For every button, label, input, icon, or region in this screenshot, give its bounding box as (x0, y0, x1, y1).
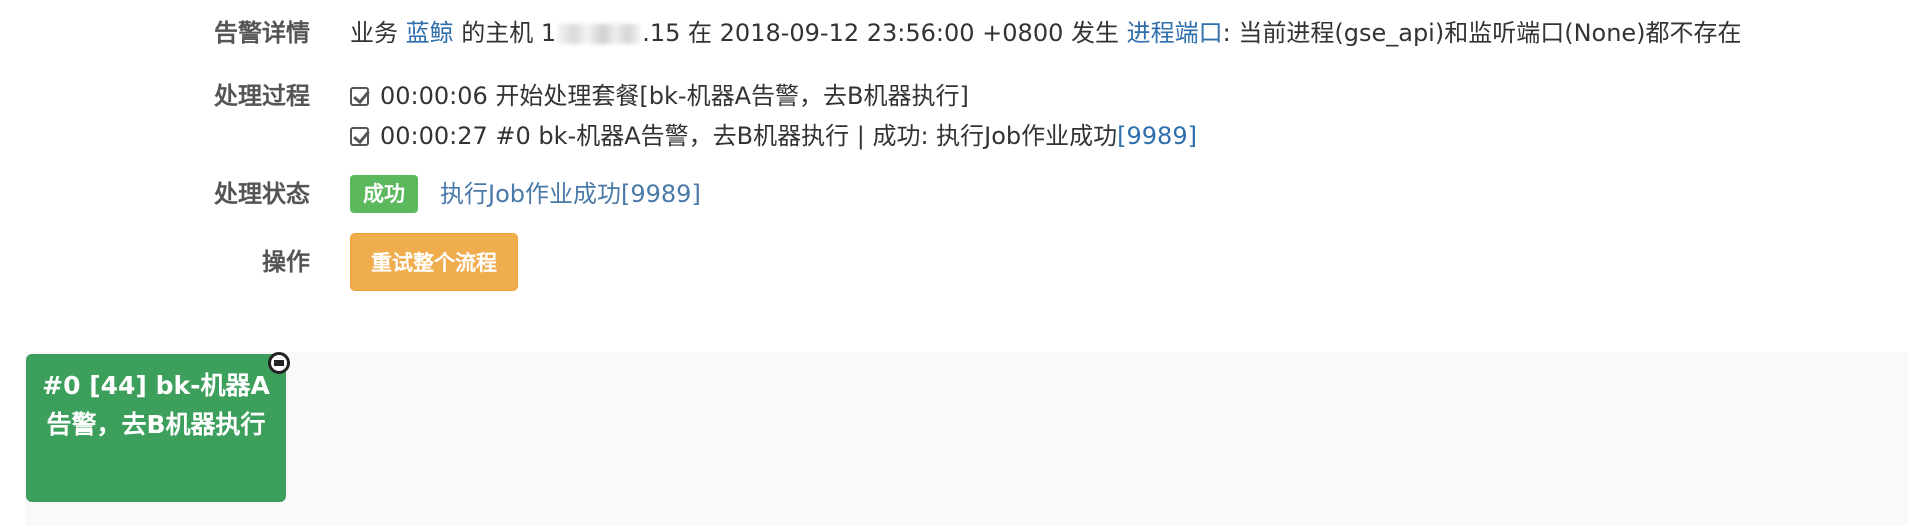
operation-label: 操作 (262, 248, 310, 276)
status-badge: 成功 (350, 175, 418, 213)
detail-occur: 发生 (1071, 19, 1120, 47)
redacted-ip (558, 24, 641, 44)
refresh-icon[interactable] (268, 352, 290, 374)
alarm-detail-label: 告警详情 (214, 19, 310, 47)
job-link[interactable]: [9989] (1117, 119, 1197, 153)
process-row: 处理过程 00:00:06 开始处理套餐[bk-机器A告警，去B机器执行] 00… (0, 76, 1908, 156)
status-row: 处理状态 成功 执行Job作业成功 [9989] (0, 175, 1908, 213)
operation-value: 重试整个流程 (350, 233, 518, 291)
step-text: 00:00:27 #0 bk-机器A告警，去B机器执行 | 成功: 执行Job作… (380, 122, 1118, 150)
alarm-message: : 当前进程(gse_api)和监听端口(None)都不存在 (1222, 19, 1742, 47)
process-steps: 00:00:06 开始处理套餐[bk-机器A告警，去B机器执行] 00:00:2… (350, 76, 1197, 156)
process-step: 00:00:27 #0 bk-机器A告警，去B机器执行 | 成功: 执行Job作… (350, 116, 1197, 156)
status-value: 成功 执行Job作业成功 [9989] (350, 175, 701, 213)
check-square-icon (350, 126, 369, 146)
check-square-icon (350, 86, 369, 106)
status-job-link[interactable]: [9989] (621, 177, 701, 211)
process-step: 00:00:06 开始处理套餐[bk-机器A告警，去B机器执行] (350, 76, 1197, 116)
host-ip-end: .15 (642, 19, 681, 47)
business-link[interactable]: 蓝鲸 (406, 19, 454, 47)
detail-prefix: 业务 (350, 19, 398, 47)
host-ip-start: 1 (540, 19, 557, 47)
process-label: 处理过程 (214, 82, 310, 110)
alarm-detail-row: 告警详情 业务 蓝鲸 的主机 1 .15 在 2018-09-12 23:56:0… (0, 16, 1908, 50)
operation-row: 操作 重试整个流程 (0, 233, 1908, 291)
status-label: 处理状态 (214, 180, 310, 208)
alarm-type-link[interactable]: 进程端口 (1127, 19, 1223, 47)
alarm-time: 2018-09-12 23:56:00 +0800 (719, 19, 1064, 47)
flow-node[interactable]: #0 [44] bk-机器A告警，去B机器执行 (26, 354, 286, 502)
step-text: 00:00:06 开始处理套餐[bk-机器A告警，去B机器执行] (380, 82, 969, 110)
detail-host-prefix: 的主机 (461, 19, 534, 47)
alarm-detail-value: 业务 蓝鲸 的主机 1 .15 在 2018-09-12 23:56:00 +08… (350, 16, 1742, 50)
retry-flow-button[interactable]: 重试整个流程 (350, 233, 518, 291)
flow-canvas (25, 352, 1908, 526)
status-text: 执行Job作业成功 (440, 180, 621, 208)
detail-at: 在 (688, 19, 713, 47)
